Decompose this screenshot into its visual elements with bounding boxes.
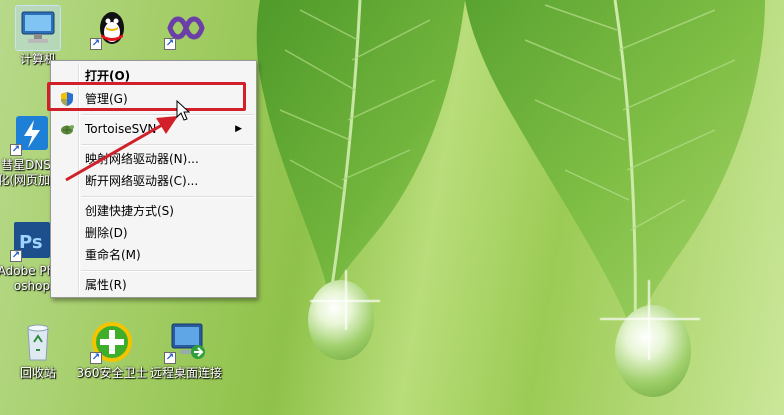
highlight-box [47, 82, 246, 111]
tortoisesvn-icon [59, 121, 75, 137]
menu-item-properties[interactable]: 属性(R) [53, 274, 254, 296]
submenu-arrow-icon: ▶ [235, 124, 242, 134]
shortcut-arrow-icon: ↗ [164, 38, 176, 50]
menu-item-delete[interactable]: 删除(D) [53, 222, 254, 244]
computer-icon [16, 6, 60, 50]
shortcut-arrow-icon: ↗ [90, 352, 102, 364]
menu-item-label: 断开网络驱动器(C)... [85, 174, 199, 188]
mouse-cursor-icon [176, 100, 190, 121]
wallpaper-leaf-left [256, 0, 465, 301]
360-safe-icon: ↗ [90, 320, 134, 364]
menu-item-label: 重命名(M) [85, 248, 141, 262]
menu-item-tortoisesvn[interactable]: TortoiseSVN ▶ [53, 118, 254, 140]
sparkle [648, 280, 650, 360]
qq-penguin-icon: ↗ [90, 6, 134, 50]
menu-separator [81, 144, 253, 146]
menu-item-label: 映射网络驱动器(N)... [85, 152, 199, 166]
visual-studio-icon: ↗ [164, 6, 208, 50]
shortcut-arrow-icon: ↗ [164, 352, 176, 364]
shortcut-arrow-icon: ↗ [10, 250, 22, 262]
menu-item-label: 删除(D) [85, 226, 128, 240]
desktop[interactable]: 计算机 ↗ ↗ ↗ 彗星DNS优化(网页加速) Ps ↗ Adobe Photo… [0, 0, 784, 415]
menu-item-label: 打开(O) [85, 69, 131, 83]
desktop-icon-qq[interactable]: ↗ [76, 6, 148, 50]
desktop-icon-remote-desktop[interactable]: ↗ 远程桌面连接 [150, 320, 222, 381]
shortcut-arrow-icon: ↗ [90, 38, 102, 50]
menu-item-create-shortcut[interactable]: 创建快捷方式(S) [53, 200, 254, 222]
photoshop-icon: Ps ↗ [10, 218, 54, 262]
svg-text:Ps: Ps [19, 232, 43, 253]
shortcut-arrow-icon: ↗ [10, 144, 22, 156]
menu-separator [81, 114, 253, 116]
sparkle [600, 318, 700, 320]
menu-separator [81, 196, 253, 198]
wallpaper-leaf-right [465, 0, 765, 341]
menu-item-map-network-drive[interactable]: 映射网络驱动器(N)... [53, 148, 254, 170]
desktop-icon-recycle-bin[interactable]: 回收站 [2, 320, 74, 381]
menu-item-rename[interactable]: 重命名(M) [53, 244, 254, 266]
menu-item-disconnect-network-drive[interactable]: 断开网络驱动器(C)... [53, 170, 254, 192]
water-drop-left [308, 280, 374, 360]
recycle-bin-icon [16, 320, 60, 364]
desktop-icon-label: 远程桌面连接 [150, 366, 223, 380]
remote-desktop-icon: ↗ [164, 320, 208, 364]
sparkle [310, 300, 380, 302]
menu-item-label: TortoiseSVN [85, 122, 157, 136]
desktop-icon-vs[interactable]: ↗ [150, 6, 222, 50]
menu-separator [81, 270, 253, 272]
desktop-icon-label: 360安全卫士 [76, 366, 148, 380]
desktop-icon-label: 回收站 [19, 366, 56, 380]
menu-item-label: 属性(R) [85, 278, 127, 292]
comet-dns-icon: ↗ [10, 112, 54, 156]
menu-item-label: 创建快捷方式(S) [85, 204, 174, 218]
desktop-icon-computer[interactable]: 计算机 [2, 6, 74, 67]
desktop-icon-360[interactable]: ↗ 360安全卫士 [76, 320, 148, 381]
